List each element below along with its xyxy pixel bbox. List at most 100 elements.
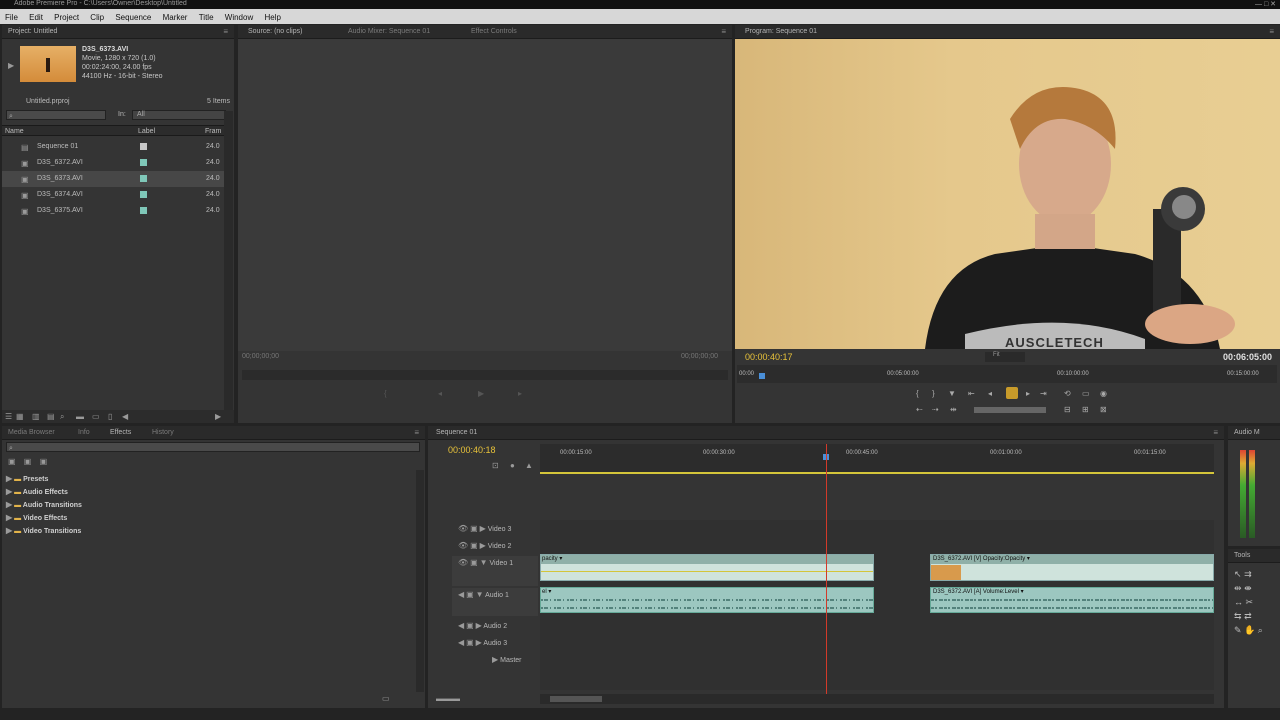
expand-arrow-icon[interactable]: ▶ [6,500,12,509]
ripple-edit-tool-icon[interactable]: ⇹ [1234,583,1242,593]
eye-icon[interactable]: 👁 [458,524,468,533]
zoom-slider[interactable]: ▬▬▬ [436,694,460,703]
pen-tool-icon[interactable]: ✎ [1234,625,1242,635]
jog-shuttle[interactable] [974,407,1046,413]
lock-icon[interactable]: ▣ [470,524,478,533]
tab-effect-controls[interactable]: Effect Controls [471,28,517,35]
find-icon[interactable]: ⌕ [60,412,64,422]
next-edit-icon[interactable]: ⇢ [932,405,939,414]
expand-arrow-icon[interactable]: ▶ [476,638,482,647]
list-item[interactable]: ▣ D3S_6375.AVI 24.0 [2,203,224,219]
panel-menu-icon[interactable]: ≡ [1213,428,1218,437]
source-current-timecode[interactable]: 00;00;00;00 [242,353,279,360]
menu-marker[interactable]: Marker [158,9,192,22]
menu-help[interactable]: Help [259,9,284,22]
tab-audio-meters[interactable]: Audio M [1234,429,1260,436]
work-area-bar[interactable] [540,472,1214,474]
lock-icon[interactable]: ▣ [466,621,474,630]
folder-audio-effects[interactable]: ▶ ▬ Audio Effects [6,487,406,500]
loop-icon[interactable]: ⟲ [1064,389,1071,398]
folder-audio-transitions[interactable]: ▶ ▬ Audio Transitions [6,500,406,513]
program-time-ruler[interactable]: 00:00 00:05:00:00 00:10:00:00 00:15:00:0… [737,365,1277,383]
marker-icon[interactable]: ▲ [525,461,533,470]
expand-arrow-icon[interactable]: ▶ [6,526,12,535]
track-audio-3[interactable]: ◀ ▣ ▶ Audio 3 [458,638,507,647]
track-video-2[interactable]: 👁 ▣ ▶ Video 2 [458,541,511,550]
folder-presets[interactable]: ▶ ▬ Presets [6,474,406,487]
tab-media-browser[interactable]: Media Browser [8,429,55,436]
lift-icon[interactable]: ⊟ [1064,405,1071,414]
list-item[interactable]: ▤ Sequence 01 24.0 [2,139,224,155]
razor-tool-icon[interactable]: ✂ [1246,597,1254,607]
track-audio-1[interactable]: ◀ ▣ ▼ Audio 1 [452,588,538,616]
expand-arrow-icon[interactable]: ▶ [480,524,486,533]
tab-history[interactable]: History [152,429,174,436]
delete-icon[interactable]: ▯ [108,412,112,421]
col-name[interactable]: Name [5,128,24,135]
source-time-ruler[interactable] [242,370,728,380]
lock-icon[interactable]: ▣ [470,541,478,550]
speaker-icon[interactable]: ◀ [458,621,464,630]
track-video-3[interactable]: 👁 ▣ ▶ Video 3 [458,524,511,533]
video-clip-2[interactable]: D3S_6372.AVI [V] Opacity:Opacity ▾ [930,554,1214,581]
col-frame-rate[interactable]: Fram [205,128,221,135]
snap-icon[interactable]: ⊡ [492,461,499,470]
audio-clip-2[interactable]: D3S_6372.AVI [A] Volume:Level ▾ [930,587,1214,613]
tab-source[interactable]: Source: (no clips) [248,28,302,35]
tab-tools[interactable]: Tools [1234,552,1250,559]
list-item-selected[interactable]: ▣ D3S_6373.AVI 24.0 [2,171,224,187]
prev-edit-icon[interactable]: ⇠ [916,405,923,414]
list-view-icon[interactable]: ☰ [5,412,12,421]
timeline-hscroll[interactable] [540,694,1214,704]
menu-title[interactable]: Title [194,9,218,22]
track-master[interactable]: ▶ Master [492,655,522,664]
new-bin-icon[interactable]: ▬ [76,412,84,421]
menu-window[interactable]: Window [220,9,257,22]
menu-project[interactable]: Project [49,9,83,22]
panel-menu-icon[interactable]: ≡ [1269,27,1274,36]
new-item-icon[interactable]: ▭ [92,412,100,421]
automate-icon[interactable]: ▥ [32,412,40,421]
col-label[interactable]: Label [138,128,155,135]
step-back-icon[interactable]: ◂ [438,389,442,398]
in-filter-dropdown[interactable]: All [132,110,226,120]
tab-program[interactable]: Program: Sequence 01 [745,28,817,35]
menu-clip[interactable]: Clip [85,9,108,22]
project-vscroll[interactable] [224,111,233,411]
tab-project[interactable]: Project: Untitled [8,28,57,35]
go-to-in-icon[interactable]: ⇤ [968,389,975,398]
selection-tool-icon[interactable]: ↖ [1234,569,1242,579]
panel-menu-icon[interactable]: ≡ [223,27,228,36]
effects-search-input[interactable]: ⌕ [6,442,420,452]
panel-menu-icon[interactable]: ≡ [414,428,419,437]
eye-icon[interactable]: 👁 [458,558,468,567]
expand-arrow-icon[interactable]: ▶ [6,487,12,496]
scroll-right-icon[interactable]: ▶ [215,412,221,421]
extract-icon[interactable]: ⊞ [1082,405,1089,414]
lock-icon[interactable]: ▣ [466,590,474,599]
scroll-left-icon[interactable]: ◀ [122,412,128,421]
step-forward-icon[interactable]: ▸ [518,389,522,398]
track-select-tool-icon[interactable]: ⇉ [1244,569,1252,579]
slip-tool-icon[interactable]: ⇆ [1234,611,1242,621]
list-item[interactable]: ▣ D3S_6372.AVI 24.0 [2,155,224,171]
stop-button[interactable] [1006,387,1018,399]
rate-stretch-tool-icon[interactable]: ↔ [1234,597,1243,607]
go-to-out-icon[interactable]: ⇥ [1040,389,1047,398]
safe-margins-icon[interactable]: ▭ [1082,389,1090,398]
list-item[interactable]: ▣ D3S_6374.AVI 24.0 [2,187,224,203]
icon-view-icon[interactable]: ▦ [16,412,24,421]
opacity-line[interactable] [541,571,873,572]
menu-sequence[interactable]: Sequence [110,9,155,22]
playhead-marker[interactable] [759,373,765,379]
slide-tool-icon[interactable]: ⇄ [1244,611,1252,621]
step-forward-icon[interactable]: ▸ [1026,389,1030,398]
expand-arrow-icon[interactable]: ▶ [6,513,12,522]
yuv-effects-icon[interactable]: ▣ [40,457,48,466]
folder-video-transitions[interactable]: ▶ ▬ Video Transitions [6,526,406,539]
program-current-timecode[interactable]: 00:00:40:17 [745,352,793,362]
hand-tool-icon[interactable]: ✋ [1244,625,1255,635]
tab-sequence[interactable]: Sequence 01 [436,429,477,436]
zoom-tool-icon[interactable]: ⌕ [1258,625,1263,635]
trim-icon[interactable]: ⊠ [1100,405,1107,414]
